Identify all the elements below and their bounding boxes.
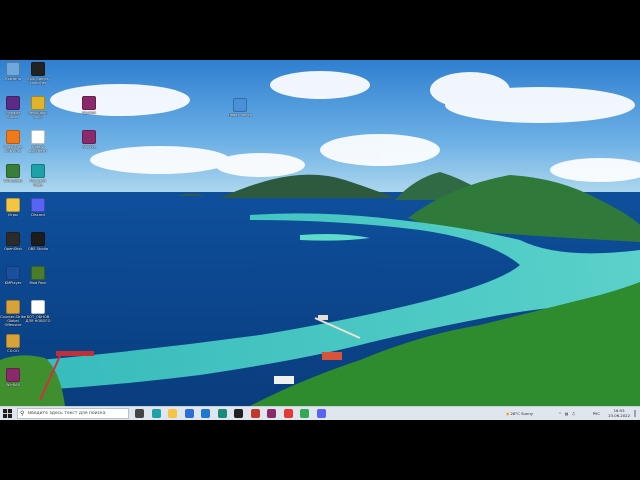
winrar-icon (82, 130, 96, 144)
media-player-icon (6, 266, 20, 280)
desktop-icon-label: Revolution Build (28, 111, 48, 119)
desktop-icon[interactable]: Microsoft Edge (25, 164, 51, 187)
desktop-icon[interactable]: Counter-Strike Global Offensive (0, 300, 26, 327)
desktop-icon[interactable]: Новая папка (227, 98, 253, 117)
language-indicator[interactable]: РУС (593, 411, 600, 416)
chevron-up-icon: ^ (558, 411, 563, 416)
desktop-icon[interactable]: Discord (25, 198, 51, 217)
epic-games-icon (31, 62, 45, 76)
csgo-icon (6, 334, 20, 348)
box-icon (6, 164, 20, 178)
desktop-icon-label: БОТ_ОБНОВ ДЛЯ НОВОГО (25, 315, 51, 323)
search-icon: ⚲ (20, 410, 25, 417)
pdf-icon[interactable] (250, 409, 260, 418)
network-icon: ▤ (564, 411, 570, 416)
desktop-icon[interactable]: KMPlayer (0, 266, 26, 285)
obs-icon (31, 232, 45, 246)
desktop-icon[interactable]: Epic Games Launcher (25, 62, 51, 85)
search-input[interactable] (28, 409, 126, 418)
recycle-bin-icon (6, 62, 20, 76)
desktop-icon[interactable]: WinRAR (76, 96, 102, 115)
desktop-icon[interactable]: Игры (0, 198, 26, 217)
app-icon (31, 96, 45, 110)
tray-icons[interactable]: ^ ▤ ♫ (558, 411, 576, 416)
desktop-icon[interactable]: CS:GO (0, 334, 26, 353)
desktop-icon-label: Игры (8, 213, 18, 217)
weather-text: 28°C Sunny (510, 411, 533, 416)
task-view-icon[interactable] (135, 409, 144, 418)
desktop-icon[interactable]: OpenShot (0, 232, 26, 251)
winrar-icon (82, 96, 96, 110)
desktop-icon-label: VirtualBox (3, 179, 23, 183)
yandex-icon[interactable] (283, 409, 293, 418)
desktop-icon-label: Discord (31, 213, 45, 217)
video-editor-icon (6, 232, 20, 246)
desktop-screen: Корзина Epic Games Launcher Pinnacle Studi… (0, 60, 640, 420)
clock-date: 23.06.2022 (608, 413, 630, 418)
desktop-icon[interactable]: WinRAR (0, 368, 26, 387)
chrome-icon[interactable] (300, 409, 309, 418)
desktop-icon[interactable]: VirtualBox (0, 164, 26, 183)
desktop-icon-label: Mod Pack (29, 281, 47, 285)
desktop-icon[interactable]: Archive (76, 130, 102, 149)
discord-icon (31, 198, 45, 212)
weather-widget[interactable]: ● 28°C Sunny (506, 411, 533, 416)
game-icon (31, 266, 45, 280)
show-desktop-button[interactable] (634, 410, 636, 417)
desktop-icon[interactable]: БОТ_ОБНОВ ДЛЯ НОВОГО (25, 300, 51, 323)
desktop-icon-label: OpenShot (4, 247, 22, 251)
app-icon[interactable] (217, 409, 227, 418)
winrar-icon (6, 368, 20, 382)
desktop-icon-label: KMPlayer (4, 281, 22, 285)
desktop-icon-label: Microsoft Edge (29, 179, 47, 187)
desktop-icon-label: CS:GO (7, 349, 19, 353)
desktop-icon-label: Epic Games Launcher (27, 77, 49, 85)
mail-icon[interactable] (201, 409, 210, 418)
windows-start-icon[interactable] (3, 409, 12, 418)
desktop-icon-label: Counter-Strike Global Offensive (0, 315, 26, 327)
sun-icon: ● (505, 411, 510, 416)
csgo-icon (6, 300, 20, 314)
desktop-icon-label: Pinnacle Studio (5, 111, 21, 119)
desktop-icon[interactable]: Корзина (0, 62, 26, 81)
desktop-icon-label: Новый документ (28, 145, 48, 153)
edge-icon (31, 164, 45, 178)
taskbar-search-box[interactable]: ⚲ (17, 408, 129, 419)
desktop-icon[interactable]: Pinnacle Studio (0, 96, 26, 119)
desktop-icon[interactable]: Avast Free Antivirus (0, 130, 26, 153)
discord-icon[interactable] (316, 409, 326, 418)
desktop-icon-label: Avast Free Antivirus (3, 145, 23, 153)
desktop-icon-label: Archive (82, 145, 96, 149)
desktop-icon[interactable]: Mod Pack (25, 266, 51, 285)
desktop-icon[interactable]: Revolution Build (25, 96, 51, 119)
desktop-icon-label: OBS Studio (27, 247, 49, 251)
document-icon (31, 300, 45, 314)
desktop-icon-label: Новая папка (228, 113, 252, 117)
winrar-icon[interactable] (267, 409, 276, 418)
folder-icon (6, 198, 20, 212)
desktop-icon-label: Корзина (5, 77, 21, 81)
desktop-icon-label: WinRAR (5, 383, 21, 387)
speaker-icon: ♫ (571, 411, 576, 416)
taskbar: ⚲ ● 28°C Sunny ^ ▤ ♫ РУС 16:53 23.06.202… (0, 406, 640, 420)
clock[interactable]: 16:53 23.06.2022 (608, 408, 630, 418)
desktop-icon[interactable]: Новый документ (25, 130, 51, 153)
file-explorer-icon[interactable] (168, 409, 177, 418)
store-icon[interactable] (184, 409, 194, 418)
desktop-icon[interactable]: OBS Studio (25, 232, 51, 251)
edge-icon[interactable] (151, 409, 161, 418)
obs-icon[interactable] (234, 409, 243, 418)
desktop-icon-label: WinRAR (81, 111, 97, 115)
folder-shortcut-icon (233, 98, 247, 112)
pinnacle-icon (6, 96, 20, 110)
document-icon (31, 130, 45, 144)
avast-icon (6, 130, 20, 144)
